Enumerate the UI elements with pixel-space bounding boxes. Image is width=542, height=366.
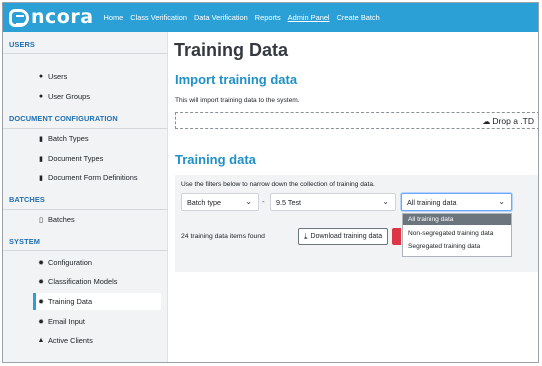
- sidebar-header-system: SYSTEM: [9, 237, 40, 246]
- brand-name: ncora: [31, 6, 94, 28]
- file-outline-icon: ▯: [39, 216, 43, 224]
- chevron-down-icon: ⌄: [498, 197, 505, 206]
- sidebar-item-label: Configuration: [48, 258, 92, 267]
- nav-home[interactable]: Home: [104, 3, 124, 32]
- data-filter-value: All training data: [407, 197, 457, 207]
- sidebar-item-label: User Groups: [48, 92, 90, 101]
- sidebar-item-batches[interactable]: ▯ Batches: [37, 215, 75, 224]
- chevron-down-icon: ⌄: [245, 197, 252, 206]
- filter-hint: Use the filters below to narrow down the…: [181, 181, 375, 188]
- gear-icon: ✹: [38, 278, 44, 286]
- download-button-label: Download training data: [310, 233, 383, 240]
- sidebar: USERS ● Users ● User Groups DOCUMENT CON…: [3, 32, 168, 362]
- batch-type-select[interactable]: Batch type ⌄: [181, 193, 259, 211]
- brand-logo-mark: [9, 8, 29, 27]
- file-dropzone[interactable]: ☁ Drop a .TD: [175, 112, 538, 129]
- sidebar-item-user-groups[interactable]: ● User Groups: [37, 92, 90, 101]
- nav-data-verification[interactable]: Data Verification: [194, 3, 248, 32]
- sidebar-item-label: Document Types: [48, 154, 104, 163]
- sidebar-item-label: Classification Models: [48, 277, 118, 286]
- main-content: Training Data Import training data This …: [168, 32, 538, 362]
- nav-create-batch[interactable]: Create Batch: [337, 3, 380, 32]
- cloud-upload-icon: ☁: [482, 116, 491, 126]
- results-count: 24 training data items found: [181, 233, 265, 240]
- data-filter-select[interactable]: All training data ⌄: [401, 193, 512, 211]
- file-icon: ▮: [39, 174, 43, 182]
- download-icon: ⤓: [304, 231, 308, 241]
- sidebar-item-email-input[interactable]: ✹ Email Input: [37, 317, 85, 326]
- version-select[interactable]: 9.5 Test ⌄: [270, 193, 396, 211]
- sidebar-item-label: Users: [48, 72, 68, 81]
- sidebar-item-classification-models[interactable]: ✹ Classification Models: [37, 277, 117, 286]
- version-value: 9.5 Test: [276, 197, 302, 207]
- app-window: ncora Home Class Verification Data Verif…: [2, 2, 539, 363]
- data-filter-dropdown: All training data Non-segregated trainin…: [402, 213, 512, 257]
- sidebar-item-training-data[interactable]: ✹ Training Data: [37, 297, 92, 306]
- sidebar-item-document-form-definitions[interactable]: ▮ Document Form Definitions: [37, 173, 138, 182]
- sidebar-divider: [3, 250, 168, 251]
- chevron-down-icon: ⌄: [382, 197, 389, 206]
- top-navbar: ncora Home Class Verification Data Verif…: [3, 3, 538, 32]
- training-section-title: Training data: [175, 152, 256, 167]
- gear-icon: ✹: [38, 298, 44, 306]
- sidebar-item-label: Document Form Definitions: [48, 173, 138, 182]
- sidebar-active-indicator: [33, 293, 36, 310]
- users-icon: ●: [38, 93, 44, 100]
- nav-class-verification[interactable]: Class Verification: [130, 3, 187, 32]
- sidebar-item-active-clients[interactable]: ▲ Active Clients: [37, 336, 93, 345]
- sidebar-item-label: Batches: [48, 215, 75, 224]
- sidebar-item-users[interactable]: ● Users: [37, 72, 67, 81]
- dropzone-label: ☁ Drop a .TD: [482, 116, 534, 126]
- nav-reports[interactable]: Reports: [255, 3, 281, 32]
- batch-type-value: Batch type: [187, 197, 221, 207]
- sidebar-item-batch-types[interactable]: ▮ Batch Types: [37, 134, 89, 143]
- nav-admin-panel[interactable]: Admin Panel: [288, 3, 330, 32]
- file-icon: ▮: [39, 155, 43, 163]
- sidebar-item-configuration[interactable]: ✹ Configuration: [37, 258, 92, 267]
- dropdown-option-non-segregated[interactable]: Non-segregated training data: [403, 228, 511, 239]
- gear-icon: ✹: [38, 259, 44, 267]
- person-icon: ▲: [37, 337, 45, 344]
- import-section-title: Import training data: [175, 72, 298, 87]
- sidebar-header-users: USERS: [9, 40, 35, 49]
- sidebar-item-label: Email Input: [48, 317, 85, 326]
- sidebar-header-batches: BATCHES: [9, 195, 45, 204]
- brand-logo[interactable]: ncora: [9, 3, 94, 32]
- download-training-data-button[interactable]: ⤓ Download training data: [298, 228, 388, 245]
- sidebar-divider: [3, 53, 168, 54]
- filter-separator: -: [262, 197, 265, 206]
- sidebar-divider: [3, 209, 168, 210]
- gear-icon: ✹: [38, 318, 44, 326]
- file-icon: ▮: [39, 135, 43, 143]
- page-title: Training Data: [174, 40, 289, 60]
- dropdown-option-all[interactable]: All training data: [403, 214, 511, 225]
- dropzone-text: Drop a .TD: [492, 116, 534, 126]
- sidebar-item-label: Training Data: [48, 297, 93, 306]
- dropdown-option-segregated[interactable]: Segregated training data: [403, 241, 511, 252]
- sidebar-divider: [3, 128, 168, 129]
- delete-button[interactable]: [392, 228, 401, 245]
- sidebar-item-label: Batch Types: [48, 134, 89, 143]
- sidebar-header-document-configuration: DOCUMENT CONFIGURATION: [9, 114, 118, 123]
- sidebar-item-label: Active Clients: [48, 336, 93, 345]
- sidebar-item-document-types[interactable]: ▮ Document Types: [37, 154, 103, 163]
- user-icon: ●: [38, 73, 44, 80]
- import-description: This will import training data to the sy…: [175, 97, 300, 104]
